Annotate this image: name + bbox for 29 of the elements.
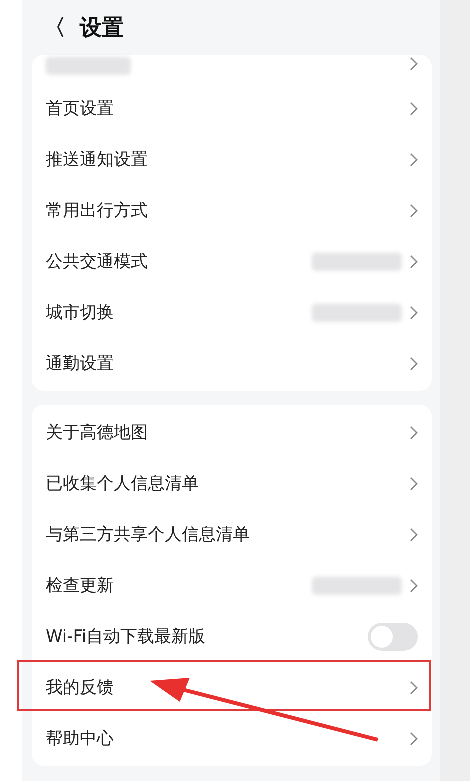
back-button[interactable]: 〈 <box>44 12 66 42</box>
settings-row[interactable]: 首页设置 <box>32 83 432 134</box>
chevron-icon <box>410 476 418 490</box>
chevron-icon <box>410 356 418 370</box>
settings-row[interactable]: 已收集个人信息清单 <box>32 458 432 509</box>
page-title: 设置 <box>80 14 124 42</box>
chevron-icon <box>410 578 418 592</box>
settings-row[interactable]: 检查更新 <box>32 560 432 611</box>
toggle-switch[interactable] <box>368 622 418 650</box>
chevron-icon <box>410 426 418 440</box>
settings-row[interactable]: 推送通知设置 <box>32 134 432 185</box>
settings-row[interactable]: 关于高德地图 <box>32 407 432 458</box>
settings-row[interactable]: 公共交通模式 <box>32 236 432 287</box>
chevron-icon <box>410 152 418 166</box>
settings-row[interactable]: 通勤设置 <box>32 338 432 389</box>
settings-row[interactable]: 常用出行方式 <box>32 185 432 236</box>
chevron-icon <box>410 732 418 746</box>
chevron-icon <box>410 204 418 218</box>
chevron-icon <box>410 254 418 268</box>
chevron-icon <box>410 57 418 71</box>
settings-row[interactable]: 与第三方共享个人信息清单 <box>32 509 432 560</box>
chevron-icon <box>410 680 418 694</box>
settings-row[interactable]: 我的反馈 <box>32 662 432 713</box>
chevron-icon <box>410 306 418 320</box>
settings-row[interactable]: Wi-Fi自动下载最新版 <box>32 611 432 662</box>
settings-row[interactable]: 帮助中心 <box>32 713 432 764</box>
chevron-icon <box>410 102 418 116</box>
settings-row[interactable]: 城市切换 <box>32 287 432 338</box>
chevron-icon <box>410 528 418 542</box>
